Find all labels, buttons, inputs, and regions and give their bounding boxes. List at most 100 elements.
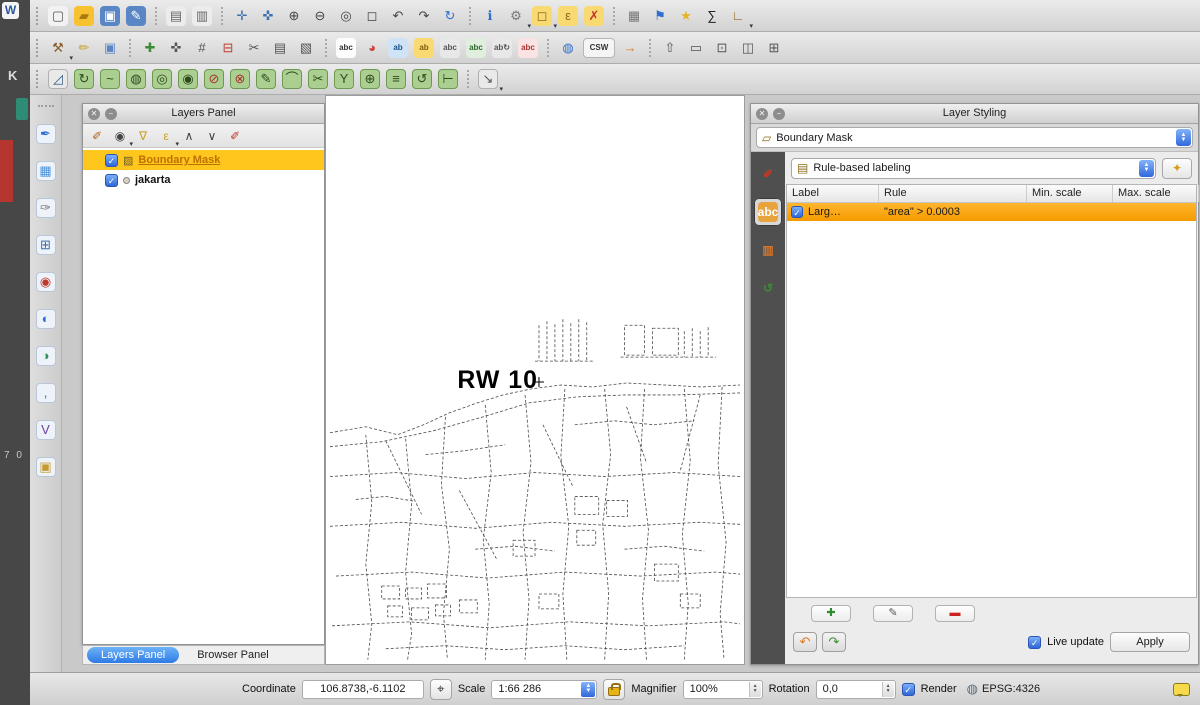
pan-to-selection-icon[interactable]: ✜ — [256, 4, 280, 28]
select-features-icon[interactable]: ◻▾ — [530, 4, 554, 28]
cut-features-icon[interactable]: ✂ — [242, 36, 266, 60]
add-ring-icon[interactable]: ◍ — [124, 67, 148, 91]
composer-manager-icon[interactable]: ▥ — [190, 4, 214, 28]
filter-legend-icon[interactable]: ∇ — [133, 126, 153, 146]
current-edits-icon[interactable]: ⚒▾ — [46, 36, 70, 60]
map-canvas[interactable]: RW 10 — [325, 95, 745, 665]
open-project-icon[interactable]: ▰ — [72, 4, 96, 28]
delete-part-icon[interactable]: ⊗ — [228, 67, 252, 91]
remove-layer-icon[interactable]: ✐ — [225, 126, 245, 146]
new-map-view-icon[interactable]: ▭ — [684, 36, 708, 60]
render-checkbox[interactable]: ✓ — [902, 683, 915, 696]
coordinate-input[interactable]: 106.8738,-6.1102 — [302, 680, 424, 699]
deselect-all-icon[interactable]: ✗ — [582, 4, 606, 28]
save-project-as-icon[interactable]: ✎ — [124, 4, 148, 28]
rule-checkbox-icon[interactable]: ✓ — [791, 206, 803, 218]
delete-ring-icon[interactable]: ⊘ — [202, 67, 226, 91]
refresh-map-icon[interactable]: ↻ — [438, 4, 462, 28]
delete-selected-icon[interactable]: ⊟ — [216, 36, 240, 60]
close-panel-icon[interactable]: ✕ — [756, 108, 768, 120]
web-globe-icon[interactable]: ◍ — [556, 36, 580, 60]
add-feature-icon[interactable]: ✚ — [138, 36, 162, 60]
move-feature-icon[interactable]: ✜ — [164, 36, 188, 60]
add-part-icon[interactable]: ◎ — [150, 67, 174, 91]
layer-visibility-icon[interactable]: ◉▾ — [110, 126, 130, 146]
add-rule-icon[interactable]: ✚ — [811, 605, 851, 622]
close-panel-icon[interactable]: ✕ — [88, 108, 100, 120]
html-annotation-icon[interactable]: ⊞ — [762, 36, 786, 60]
move-label-icon[interactable]: abc — [464, 36, 488, 60]
labeling-options-icon[interactable]: abc — [334, 36, 358, 60]
add-spatialite-layer-icon[interactable]: ✑ — [34, 196, 58, 220]
save-layer-edits-icon[interactable]: ▣ — [98, 36, 122, 60]
share-processing-icon[interactable]: → — [618, 36, 642, 60]
toggle-editing-icon[interactable]: ✏ — [72, 36, 96, 60]
open-attribute-table-icon[interactable]: ▦ — [622, 4, 646, 28]
spinbox-stepper-icon[interactable]: ▲▼ — [882, 682, 894, 697]
combobox-stepper-icon[interactable]: ▲▼ — [1139, 160, 1154, 177]
toggle-extents-button[interactable]: ⌖ — [430, 679, 452, 700]
merge-features-icon[interactable]: ⊕ — [358, 67, 382, 91]
apply-button[interactable]: Apply — [1110, 632, 1190, 652]
node-tool-icon[interactable]: # — [190, 36, 214, 60]
zoom-out-icon[interactable]: ⊖ — [308, 4, 332, 28]
rules-empty-area[interactable] — [787, 221, 1196, 597]
split-parts-icon[interactable]: Y — [332, 67, 356, 91]
zoom-full-icon[interactable]: ◻ — [360, 4, 384, 28]
change-label-icon[interactable]: abc — [516, 36, 540, 60]
show-hide-labels-icon[interactable]: abc — [438, 36, 462, 60]
scale-lock-button[interactable] — [603, 679, 625, 700]
reshape-features-icon[interactable]: ✎ — [254, 67, 278, 91]
split-features-icon[interactable]: ✂ — [306, 67, 330, 91]
expand-all-icon[interactable]: ∧ — [179, 126, 199, 146]
dropdown-arrow-icon[interactable]: ▾ — [749, 22, 753, 30]
enable-advanced-digitizing-icon[interactable]: ◿ — [46, 67, 70, 91]
zoom-next-icon[interactable]: ↷ — [412, 4, 436, 28]
new-shapefile-layer-icon[interactable]: ▣ — [34, 455, 58, 479]
copy-features-icon[interactable]: ▤ — [268, 36, 292, 60]
detach-panel-icon[interactable]: − — [105, 108, 117, 120]
metasearch-csw-icon[interactable]: CSW — [582, 36, 616, 60]
save-project-icon[interactable]: ▣ — [98, 4, 122, 28]
select-by-expression-icon[interactable]: ε — [556, 4, 580, 28]
move-label-tool-icon[interactable]: ↘▾ — [476, 67, 500, 91]
new-print-composer-icon[interactable]: ▤ — [164, 4, 188, 28]
add-oracle-layer-icon[interactable]: ◉ — [34, 270, 58, 294]
pin-labels-icon[interactable]: ab — [386, 36, 410, 60]
identify-features-icon[interactable]: ℹ — [478, 4, 502, 28]
add-wms-layer-icon[interactable]: ◐ — [34, 307, 58, 331]
add-raster-layer-icon[interactable]: ▦ — [34, 159, 58, 183]
layer-name[interactable]: Boundary Mask — [138, 154, 220, 166]
detach-panel-icon[interactable]: − — [773, 108, 785, 120]
measure-icon[interactable]: ∟▾ — [726, 4, 750, 28]
diagram-options-icon[interactable]: ◫ — [736, 36, 760, 60]
filter-by-expression-icon[interactable]: ε▾ — [156, 126, 176, 146]
pan-map-icon[interactable]: ✛ — [230, 4, 254, 28]
labeling-settings-button[interactable]: ✦ — [1162, 158, 1192, 179]
magnifier-spinbox[interactable]: 100% ▲▼ — [683, 680, 763, 699]
layer-checkbox-icon[interactable]: ✓ — [105, 174, 118, 187]
open-layer-styling-icon[interactable]: ✐ — [87, 126, 107, 146]
layer-checkbox-icon[interactable]: ✓ — [105, 154, 118, 167]
tab-browser-panel[interactable]: Browser Panel — [183, 647, 283, 663]
labeling-mode-combobox[interactable]: ▤ Rule-based labeling ▲▼ — [791, 158, 1156, 179]
zoom-native-icon[interactable]: ◎ — [334, 4, 358, 28]
layer-name[interactable]: jakarta — [135, 174, 170, 186]
rotate-label-icon[interactable]: ab↻ — [490, 36, 514, 60]
remove-rule-icon[interactable]: ▬ — [935, 605, 975, 622]
run-feature-action-icon[interactable]: ⚙▾ — [504, 4, 528, 28]
fill-ring-icon[interactable]: ◉ — [176, 67, 200, 91]
rotation-spinbox[interactable]: 0,0 ▲▼ — [816, 680, 896, 699]
dropdown-arrow-icon[interactable]: ▾ — [499, 85, 503, 93]
diagram-tab-icon[interactable]: ▥ — [754, 236, 782, 264]
extent-rectangle-icon[interactable]: ⊡ — [710, 36, 734, 60]
live-update-checkbox[interactable]: ✓ — [1028, 636, 1041, 649]
combobox-stepper-icon[interactable]: ▲▼ — [581, 682, 595, 697]
rotate-feature-icon[interactable]: ↻ — [72, 67, 96, 91]
redo-icon[interactable]: ↷ — [822, 632, 846, 652]
new-virtual-layer-icon[interactable]: V — [34, 418, 58, 442]
history-tab-icon[interactable]: ↺ — [754, 274, 782, 302]
layer-selector-combobox[interactable]: ▱ Boundary Mask ▲▼ — [756, 127, 1193, 148]
highlight-labels-icon[interactable]: ab — [412, 36, 436, 60]
collapse-all-icon[interactable]: ∨ — [202, 126, 222, 146]
